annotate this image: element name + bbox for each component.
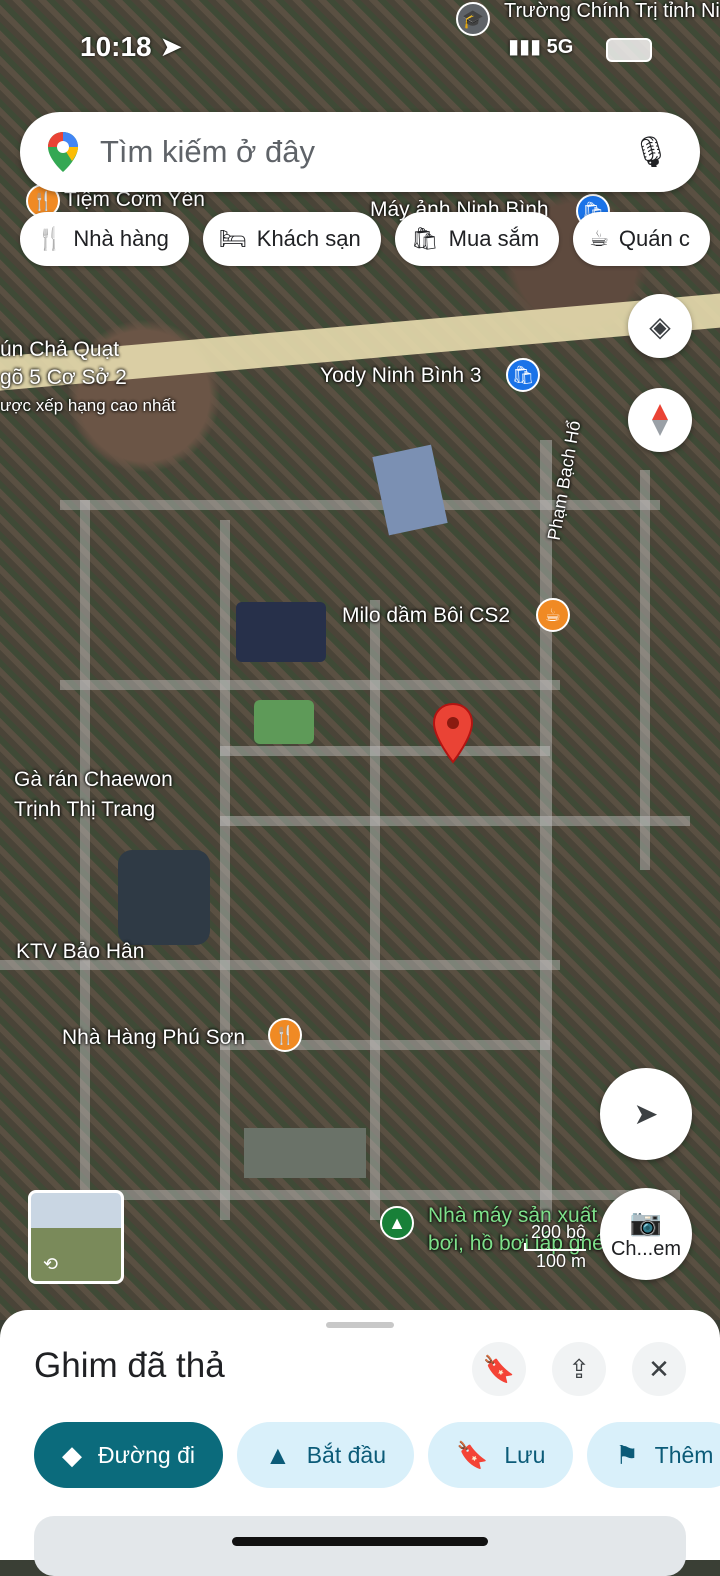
building-roof <box>372 444 448 536</box>
dropped-pin-icon[interactable] <box>432 702 474 764</box>
chip-restaurant[interactable]: 🍴 Nhà hàng <box>20 212 189 266</box>
start-button[interactable]: ▲ Bắt đầu <box>236 1422 414 1488</box>
road <box>220 520 230 1220</box>
directions-icon: ◆ <box>62 1439 82 1470</box>
sheet-drag-handle[interactable] <box>326 1322 394 1328</box>
chip-label: Khách sạn <box>256 226 361 251</box>
poi-label[interactable]: Yody Ninh Bình 3 <box>320 364 482 388</box>
field <box>244 1128 366 1178</box>
restaurant-icon: 🍴 <box>36 226 64 251</box>
share-icon: ⇪ <box>568 1353 590 1384</box>
save-button[interactable]: 🔖 <box>472 1342 526 1396</box>
action-label: Thêm <box>654 1441 714 1468</box>
home-indicator[interactable] <box>232 1537 488 1546</box>
category-chips: 🍴 Nhà hàng 🛏 Khách sạn 🛍 Mua sắm ☕ Quán c <box>20 212 720 266</box>
compass-button[interactable] <box>628 388 692 452</box>
restaurant-icon[interactable]: 🍴 <box>268 1018 302 1052</box>
road <box>220 746 550 756</box>
place-sheet[interactable]: Ghim đã thả 🔖 ⇪ ✕ ◆ Đường đi ▲ Bắt đầu 🔖 Lư… <box>0 1310 720 1576</box>
maps-logo-icon <box>48 132 78 172</box>
layers-button[interactable]: ◈ <box>628 294 692 358</box>
road <box>370 600 380 1220</box>
navigation-arrow-icon: ➤ <box>633 1097 659 1131</box>
school-icon[interactable]: 🎓 <box>456 2 490 36</box>
hotel-icon: 🛏 <box>218 226 247 251</box>
scale-meters: 100 m <box>535 1251 586 1271</box>
scale-feet: 200 bộ <box>530 1222 586 1242</box>
poi-label[interactable]: Gà rán Chaewon <box>14 768 173 792</box>
road <box>60 680 560 690</box>
bookmark-icon: 🔖 <box>482 1353 516 1384</box>
signal-icon: ▮▮▮ <box>508 36 542 58</box>
camera-search-button[interactable]: 📷 Ch...em <box>600 1188 692 1280</box>
close-button[interactable]: ✕ <box>632 1342 686 1396</box>
road <box>80 500 90 1220</box>
road <box>640 470 650 870</box>
flag-icon: ⚑ <box>615 1439 639 1470</box>
poi-label[interactable]: Trịnh Thị Trang <box>14 798 155 822</box>
coffee-icon: ☕ <box>589 226 609 251</box>
action-label: Lưu <box>504 1441 546 1468</box>
action-label: Đường đi <box>98 1441 195 1468</box>
tree-icon[interactable]: ▲ <box>380 1206 414 1240</box>
chip-shopping[interactable]: 🛍 Mua sắm <box>394 212 560 266</box>
green-field <box>254 700 314 744</box>
location-arrow-icon: ➤ <box>159 31 183 62</box>
poi-label[interactable]: Trường Chính Trị tỉnh Ninh Bình <box>504 0 720 23</box>
poi-label[interactable]: gõ 5 Cơ Sở 2 <box>0 366 127 390</box>
scale-bar: 200 bộ 100 m <box>456 1222 586 1272</box>
camera-icon: 📷 <box>629 1207 663 1237</box>
pond <box>236 602 326 662</box>
compass-icon <box>652 404 668 436</box>
chip-label: Quán c <box>618 226 690 251</box>
sheet-title: Ghim đã thả <box>34 1346 225 1385</box>
poi-label[interactable]: KTV Bảo Hân <box>16 940 144 964</box>
add-button[interactable]: ⚑ Thêm <box>587 1422 720 1488</box>
search-bar[interactable]: Tìm kiếm ở đây 🎙 <box>20 112 700 192</box>
search-input[interactable]: Tìm kiếm ở đây <box>100 134 632 170</box>
chip-label: Mua sắm <box>448 226 540 251</box>
status-time: 10:18 ➤ <box>80 31 183 62</box>
action-label: Bắt đầu <box>306 1441 386 1468</box>
bookmark-icon: 🔖 <box>456 1439 489 1470</box>
cafe-icon[interactable]: ☕ <box>536 598 570 632</box>
microphone-icon[interactable]: 🎙 <box>632 135 670 170</box>
camera-button-label: Ch...em <box>610 1238 682 1260</box>
poi-label[interactable]: ún Chả Quạt <box>0 338 119 362</box>
rotate-360-icon: ⟲ <box>43 1254 59 1274</box>
chip-hotel[interactable]: 🛏 Khách sạn <box>202 212 381 266</box>
shopping-icon: 🛍 <box>410 226 439 251</box>
street-view-thumbnail[interactable]: ⟲ <box>28 1190 124 1284</box>
street-view-preview[interactable] <box>34 1516 686 1576</box>
shopping-bag-icon[interactable]: 🛍 <box>506 358 540 392</box>
action-buttons: ◆ Đường đi ▲ Bắt đầu 🔖 Lưu ⚑ Thêm <box>34 1422 720 1488</box>
poi-label[interactable]: Nhà Hàng Phú Sơn <box>62 1026 245 1050</box>
road <box>220 816 690 826</box>
save-action-button[interactable]: 🔖 Lưu <box>428 1422 574 1488</box>
my-location-button[interactable]: ➤ <box>600 1068 692 1160</box>
navigation-icon: ▲ <box>264 1439 291 1470</box>
share-button[interactable]: ⇪ <box>552 1342 606 1396</box>
directions-button[interactable]: ◆ Đường đi <box>34 1422 223 1488</box>
layers-icon: ◈ <box>649 310 671 342</box>
road <box>540 440 552 1220</box>
chip-coffee[interactable]: ☕ Quán c <box>573 212 710 266</box>
close-icon: ✕ <box>648 1353 670 1384</box>
poi-label: ược xếp hạng cao nhất <box>0 396 176 415</box>
scale-line <box>524 1243 586 1251</box>
poi-label[interactable]: Milo dầm Bôi CS2 <box>342 604 510 628</box>
chip-label: Nhà hàng <box>73 226 169 251</box>
status-network: ▮▮▮ 5G <box>508 36 574 58</box>
battery-icon <box>606 38 652 62</box>
road <box>80 1190 680 1200</box>
pond <box>118 850 210 945</box>
